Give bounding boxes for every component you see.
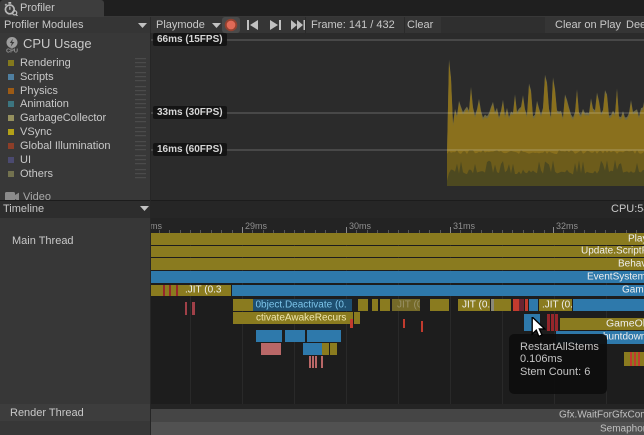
- svg-text:CPU: CPU: [6, 48, 18, 53]
